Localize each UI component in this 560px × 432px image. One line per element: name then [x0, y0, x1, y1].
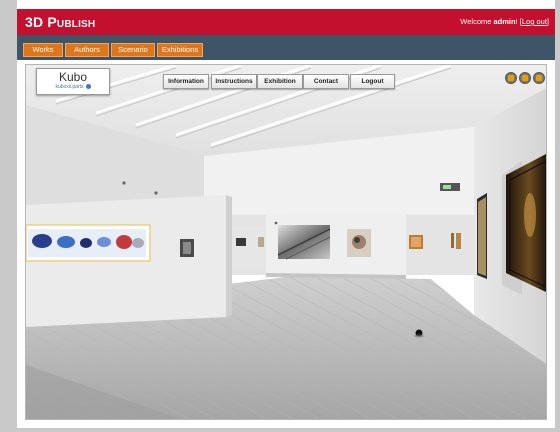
- separator-close: ]: [546, 17, 549, 26]
- minimize-control-icon[interactable]: [505, 72, 517, 84]
- tab-exhibitions[interactable]: Exhibitions: [157, 43, 203, 57]
- logo-subtitle: kuboxii.parts: [37, 84, 109, 91]
- logo-title: Kubo: [58, 70, 88, 84]
- brand-title: 3D Publish: [25, 14, 96, 30]
- close-control-icon[interactable]: [533, 72, 545, 84]
- gallery-scene[interactable]: [26, 65, 547, 420]
- top-header: 3D Publish Welcome admin! [Log out]: [17, 9, 555, 35]
- logout-button[interactable]: Logout: [350, 74, 395, 89]
- contact-button[interactable]: Contact: [303, 74, 349, 89]
- instructions-button[interactable]: Instructions: [211, 74, 257, 89]
- close-glyph-icon: [536, 75, 542, 81]
- tab-scenario[interactable]: Scenario: [111, 43, 155, 57]
- logo-subtitle-text: kuboxii.parts: [55, 84, 84, 90]
- minimize-glyph-icon: [508, 75, 514, 81]
- kubo-logo: Kubo kuboxii.parts: [36, 68, 110, 95]
- main-nav: Works Authors Scenario Exhibitions: [17, 35, 555, 60]
- window-glyph-icon: [522, 75, 528, 81]
- user-box: Welcome admin! [Log out]: [460, 17, 549, 26]
- logout-link[interactable]: Log out: [522, 17, 547, 26]
- app-frame: 3D Publish Welcome admin! [Log out] Work…: [17, 0, 555, 428]
- logo-dot-icon: [85, 84, 91, 90]
- window-control-icon[interactable]: [519, 72, 531, 84]
- tab-authors[interactable]: Authors: [65, 43, 109, 57]
- tab-works[interactable]: Works: [23, 43, 63, 57]
- username: admin: [493, 17, 516, 26]
- information-button[interactable]: Information: [163, 74, 209, 89]
- welcome-text: Welcome: [460, 17, 494, 26]
- gallery-3d-viewer[interactable]: Kubo kuboxii.parts Information Instructi…: [25, 64, 547, 420]
- exhibition-button[interactable]: Exhibition: [257, 74, 303, 89]
